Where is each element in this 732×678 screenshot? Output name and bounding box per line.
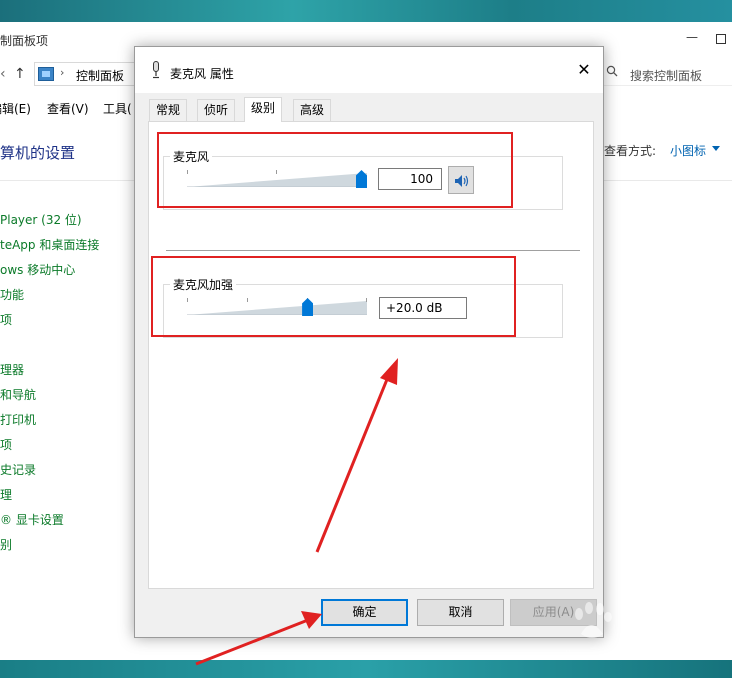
control-panel-link[interactable]: 项 [0, 311, 12, 328]
search-icon [606, 65, 618, 77]
menu-tools[interactable]: 工具( [103, 100, 132, 117]
desktop-background-top [0, 0, 732, 22]
search-placeholder: 搜索控制面板 [630, 69, 703, 83]
control-panel-link[interactable]: ows 移动中心 [0, 261, 75, 278]
baidu-watermark: Bai 经验 jingyan.baidu.com [565, 598, 725, 662]
menu-view[interactable]: 查看(V) [47, 100, 89, 117]
chevron-down-icon[interactable] [712, 146, 720, 151]
control-panel-link[interactable]: 项 [0, 436, 12, 453]
tab-levels[interactable]: 级别 [244, 97, 283, 122]
page-title: 算机的设置 [0, 144, 76, 162]
control-panel-link[interactable]: 和导航 [0, 386, 36, 403]
paw-logo-icon [575, 602, 612, 638]
control-panel-link[interactable]: teApp 和桌面连接 [0, 236, 99, 253]
cancel-button[interactable]: 取消 [417, 599, 504, 626]
back-arrow-icon[interactable]: ‹ [0, 66, 6, 82]
microphone-icon [153, 61, 159, 79]
dialog-titlebar: 麦克风 属性 ✕ [135, 47, 603, 93]
control-panel-icon [38, 67, 54, 81]
control-panel-link[interactable]: 功能 [0, 286, 24, 303]
control-panel-link[interactable]: 别 [0, 536, 12, 553]
control-panel-link[interactable]: 理器 [0, 361, 24, 378]
minimize-button[interactable]: — [686, 31, 698, 43]
annotation-box-boost [151, 256, 516, 337]
tab-listen[interactable]: 侦听 [197, 99, 236, 121]
control-panel-link[interactable]: 打印机 [0, 411, 36, 428]
view-mode-dropdown[interactable]: 小图标 [670, 142, 706, 159]
control-panel-title: 制面板项 [0, 34, 49, 48]
chevron-right-icon[interactable]: › [60, 66, 64, 79]
annotation-box-microphone [157, 132, 513, 208]
control-panel-link[interactable]: 史记录 [0, 461, 36, 478]
desktop-background-bottom [0, 660, 732, 678]
tab-general[interactable]: 常规 [149, 99, 188, 121]
search-input[interactable]: 搜索控制面板 [604, 62, 732, 86]
watermark-url: jingyan.baidu.com [565, 648, 667, 661]
control-panel-link[interactable]: 理 [0, 486, 12, 503]
menu-edit[interactable]: 编辑(E) [0, 100, 31, 117]
maximize-button[interactable] [716, 34, 726, 44]
address-text: 控制面板 [76, 69, 125, 83]
address-input[interactable]: › 控制面板 [34, 62, 134, 86]
close-icon[interactable]: ✕ [575, 61, 593, 79]
control-panel-link[interactable]: Player (32 位) [0, 211, 82, 228]
ok-button[interactable]: 确定 [321, 599, 408, 626]
tab-advanced[interactable]: 高级 [293, 99, 332, 121]
menu-bar: 编辑(E) 查看(V) 工具( [0, 100, 140, 120]
control-panel-link[interactable]: ® 显卡设置 [0, 511, 64, 528]
separator [166, 250, 580, 251]
up-arrow-icon[interactable]: ↑ [14, 66, 26, 82]
dialog-title: 麦克风 属性 [170, 67, 234, 81]
view-mode-label: 查看方式: [604, 144, 657, 158]
watermark-text: Bai 经验 [617, 622, 714, 647]
